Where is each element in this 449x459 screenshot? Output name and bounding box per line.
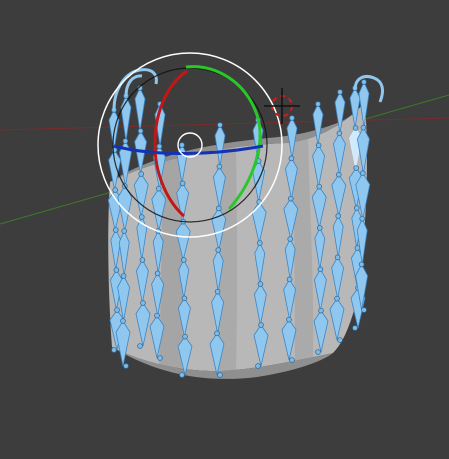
bone-joint[interactable] xyxy=(360,124,367,131)
bone-joint[interactable] xyxy=(358,261,365,268)
bone-joint[interactable] xyxy=(113,267,120,273)
bone-joint[interactable] xyxy=(216,163,223,170)
3d-viewport[interactable] xyxy=(0,0,449,459)
bone-joint[interactable] xyxy=(359,216,366,222)
bone-joint[interactable] xyxy=(335,171,342,178)
bone-joint[interactable] xyxy=(216,205,222,212)
bone-joint[interactable] xyxy=(157,355,163,361)
bone-joint[interactable] xyxy=(337,337,343,343)
bone-joint[interactable] xyxy=(112,187,118,193)
bone-joint[interactable] xyxy=(121,228,127,234)
bone-joint[interactable] xyxy=(120,318,126,324)
bone-joint[interactable] xyxy=(122,138,129,144)
bone-joint[interactable] xyxy=(181,295,188,302)
bone-joint[interactable] xyxy=(217,122,223,128)
bone-joint[interactable] xyxy=(137,128,144,134)
bone-joint[interactable] xyxy=(315,349,321,355)
bone-joint[interactable] xyxy=(336,130,343,137)
bone-joint[interactable] xyxy=(139,257,146,263)
bone-joint[interactable] xyxy=(154,312,160,319)
bone-joint[interactable] xyxy=(354,245,361,251)
x-axis-line xyxy=(0,117,449,131)
bone-joint[interactable] xyxy=(316,225,323,231)
bone-joint[interactable] xyxy=(359,170,366,177)
bone-joint[interactable] xyxy=(181,257,187,263)
bone-joint[interactable] xyxy=(286,276,293,283)
bone-joint[interactable] xyxy=(335,213,342,219)
bone-joint[interactable] xyxy=(182,333,188,340)
bone-joint[interactable] xyxy=(317,266,324,273)
bone-joint[interactable] xyxy=(139,214,145,220)
bone-joint[interactable] xyxy=(111,347,117,353)
bone-joint[interactable] xyxy=(334,295,340,302)
bone-joint[interactable] xyxy=(113,227,119,233)
bone-joint[interactable] xyxy=(337,89,343,95)
bone-joint[interactable] xyxy=(156,143,163,150)
bone-joint[interactable] xyxy=(352,125,359,131)
bone-joint[interactable] xyxy=(289,357,295,363)
bone-joint[interactable] xyxy=(156,185,162,192)
bone-joint[interactable] xyxy=(316,183,323,190)
bone-joint[interactable] xyxy=(353,205,360,211)
bone-joint[interactable] xyxy=(256,240,263,246)
bone-joint[interactable] xyxy=(123,363,129,369)
bone-joint[interactable] xyxy=(140,300,146,306)
bone-joint[interactable] xyxy=(258,322,264,328)
bone-joint[interactable] xyxy=(215,247,222,253)
bone-joint[interactable] xyxy=(179,372,185,378)
bone[interactable] xyxy=(134,87,146,132)
viewport-canvas[interactable] xyxy=(0,0,449,459)
bone-joint[interactable] xyxy=(352,325,358,331)
cloth-mesh[interactable] xyxy=(108,102,367,379)
bone-joint[interactable] xyxy=(353,165,360,171)
bone-joint[interactable] xyxy=(214,330,220,337)
bone-joint[interactable] xyxy=(257,281,264,287)
bone-joint[interactable] xyxy=(289,115,295,121)
bone-joint[interactable] xyxy=(179,142,185,148)
bone-joint[interactable] xyxy=(255,363,261,369)
bone-joint[interactable] xyxy=(120,273,127,279)
bone-joint[interactable] xyxy=(361,79,367,85)
bone-joint[interactable] xyxy=(137,343,143,349)
bone-joint[interactable] xyxy=(315,142,322,149)
bone-joint[interactable] xyxy=(334,254,341,261)
bone-joint[interactable] xyxy=(288,155,295,162)
bone-joint[interactable] xyxy=(318,307,324,314)
bone-joint[interactable] xyxy=(179,180,186,187)
bone-joint[interactable] xyxy=(286,316,292,323)
bone-joint[interactable] xyxy=(217,372,223,378)
bone-joint[interactable] xyxy=(361,307,367,313)
bone-joint[interactable] xyxy=(154,270,161,277)
bone-joint[interactable] xyxy=(114,307,120,313)
bone-joint[interactable] xyxy=(287,236,294,242)
bone-joint[interactable] xyxy=(214,288,221,295)
bone-joint[interactable] xyxy=(287,195,294,202)
bone-joint[interactable] xyxy=(138,171,145,177)
bone-joint[interactable] xyxy=(315,101,321,107)
